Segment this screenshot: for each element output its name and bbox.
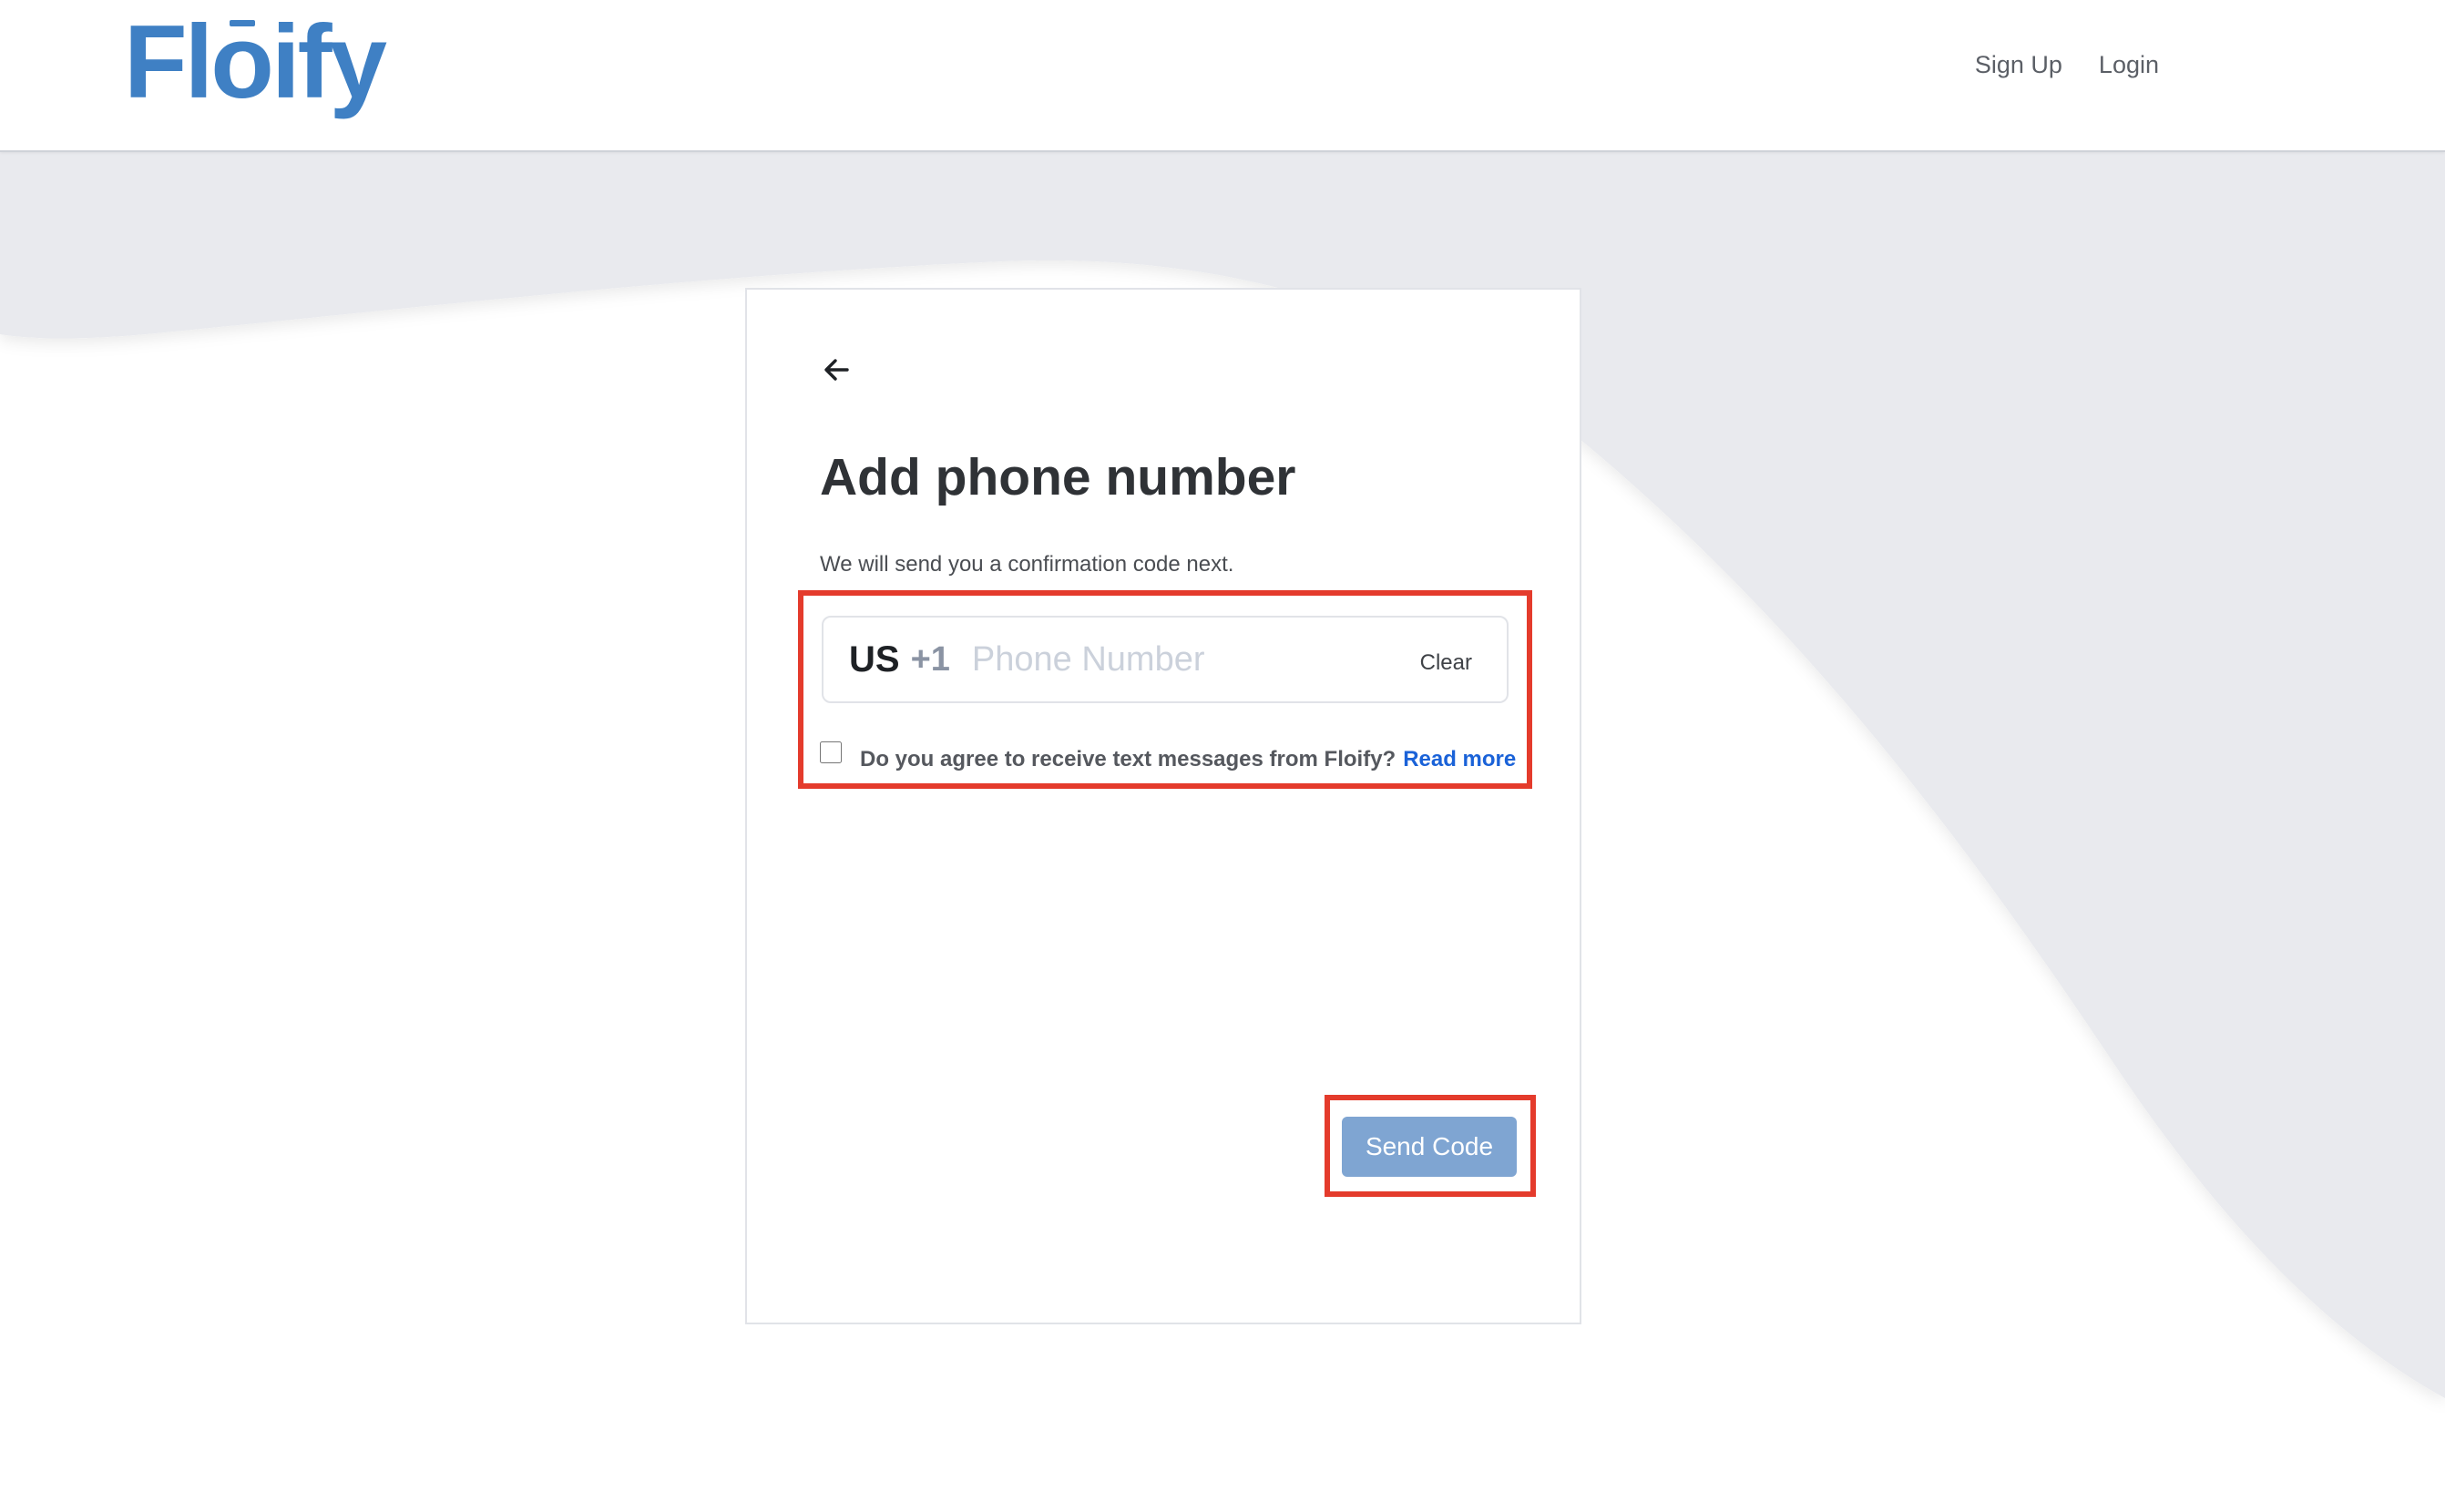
sms-consent-row: Do you agree to receive text messages fr…	[820, 740, 1516, 771]
dial-code: +1	[910, 639, 950, 679]
floify-logo[interactable]: Floify	[124, 4, 387, 122]
signup-link[interactable]: Sign Up	[1975, 51, 2062, 79]
top-header: Floify Sign Up Login	[0, 0, 2445, 152]
read-more-link[interactable]: Read more	[1403, 747, 1516, 772]
page-title: Add phone number	[820, 448, 1296, 506]
logo-macron	[230, 20, 255, 26]
add-phone-card: Add phone number We will send you a conf…	[745, 288, 1581, 1324]
phone-number-input[interactable]	[969, 639, 1375, 680]
sms-consent-checkbox[interactable]	[820, 741, 842, 763]
sms-consent-label: Do you agree to receive text messages fr…	[860, 747, 1396, 771]
page-subtitle: We will send you a confirmation code nex…	[820, 552, 1234, 577]
clear-button[interactable]: Clear	[1420, 650, 1472, 676]
country-code-selector[interactable]: US	[849, 639, 900, 680]
phone-field: US +1 Clear	[822, 616, 1509, 703]
login-link[interactable]: Login	[2099, 51, 2159, 79]
send-code-button[interactable]: Send Code	[1342, 1117, 1517, 1177]
top-nav: Sign Up Login	[1975, 51, 2159, 79]
arrow-left-icon[interactable]	[820, 353, 853, 386]
